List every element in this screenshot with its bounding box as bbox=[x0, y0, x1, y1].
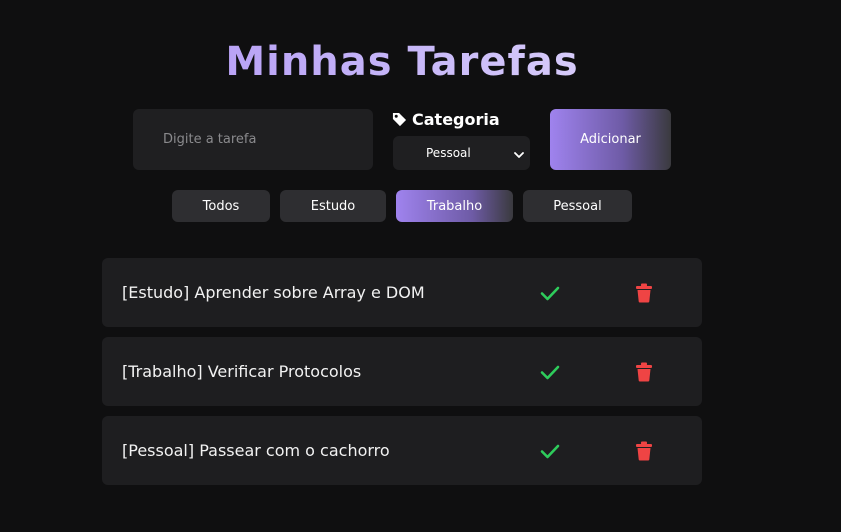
add-button[interactable]: Adicionar bbox=[550, 109, 671, 170]
category-label: Categoria bbox=[392, 108, 500, 130]
category-select[interactable]: Pessoal bbox=[393, 136, 530, 170]
chevron-down-icon bbox=[514, 148, 524, 162]
category-select-value: Pessoal bbox=[426, 146, 471, 160]
trash-icon[interactable] bbox=[633, 440, 655, 462]
app-root: Minhas Tarefas Categoria Pessoal Adicion… bbox=[0, 0, 841, 532]
check-icon[interactable] bbox=[539, 282, 561, 304]
task-text: [Trabalho] Verificar Protocolos bbox=[122, 362, 362, 381]
task-input[interactable] bbox=[133, 109, 373, 170]
tag-icon bbox=[392, 112, 407, 127]
check-icon[interactable] bbox=[539, 440, 561, 462]
filter-trabalho[interactable]: Trabalho bbox=[396, 190, 513, 222]
trash-icon[interactable] bbox=[633, 282, 655, 304]
task-item: [Estudo] Aprender sobre Array e DOM bbox=[102, 258, 702, 327]
category-label-text: Categoria bbox=[412, 109, 500, 129]
trash-icon[interactable] bbox=[633, 361, 655, 383]
task-text: [Pessoal] Passear com o cachorro bbox=[122, 441, 390, 460]
task-text: [Estudo] Aprender sobre Array e DOM bbox=[122, 283, 425, 302]
task-item: [Trabalho] Verificar Protocolos bbox=[102, 337, 702, 406]
page-title: Minhas Tarefas bbox=[0, 36, 804, 88]
filter-estudo[interactable]: Estudo bbox=[280, 190, 386, 222]
task-item: [Pessoal] Passear com o cachorro bbox=[102, 416, 702, 485]
filter-todos[interactable]: Todos bbox=[172, 190, 270, 222]
filter-pessoal[interactable]: Pessoal bbox=[523, 190, 632, 222]
check-icon[interactable] bbox=[539, 361, 561, 383]
